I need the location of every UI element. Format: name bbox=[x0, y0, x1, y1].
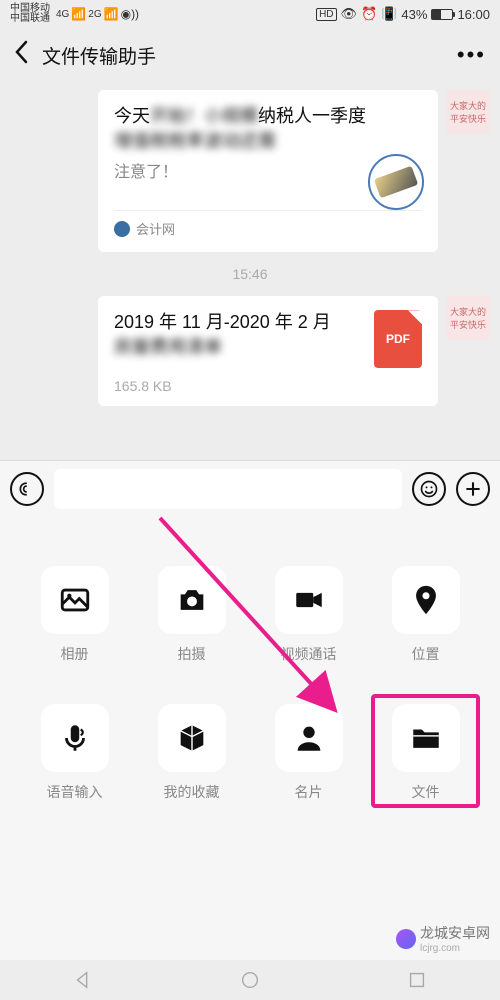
location-icon bbox=[392, 566, 460, 634]
panel-item-location[interactable]: 位置 bbox=[377, 566, 474, 664]
panel-item-contact[interactable]: 名片 bbox=[260, 704, 357, 802]
album-icon bbox=[41, 566, 109, 634]
cube-icon bbox=[158, 704, 226, 772]
panel-item-voice-input[interactable]: 语音输入 bbox=[26, 704, 123, 802]
android-navbar bbox=[0, 960, 500, 1000]
source-name: 会计网 bbox=[136, 219, 175, 238]
signal-icon-2: 📶 bbox=[104, 7, 119, 21]
vibrate-icon: 📳 bbox=[381, 6, 397, 22]
article-card[interactable]: 今天开始！小规模纳税人一季度 增值税税率波动还需 注意了！ 会计网 bbox=[98, 90, 438, 252]
voice-toggle-button[interactable] bbox=[10, 472, 44, 506]
person-icon bbox=[275, 704, 343, 772]
chat-title: 文件传输助手 bbox=[42, 42, 457, 69]
avatar[interactable]: 大家大的平安快乐 bbox=[446, 296, 490, 340]
attachment-panel: 相册 拍摄 视频通话 位置 语音输入 bbox=[0, 516, 500, 960]
battery-pct: 43% bbox=[401, 7, 427, 22]
status-bar: 中国移动 中国联通 4G 📶 2G 📶 ◉)) HD 👁 ⏰ 📳 43% 16:… bbox=[0, 0, 500, 28]
panel-label: 我的收藏 bbox=[164, 782, 220, 802]
nav-home-button[interactable] bbox=[239, 969, 261, 991]
file-size: 165.8 KB bbox=[114, 378, 422, 394]
status-left: 中国移动 中国联通 4G 📶 2G 📶 ◉)) bbox=[10, 4, 139, 24]
message-row: 今天开始！小规模纳税人一季度 增值税税率波动还需 注意了！ 会计网 大家大的平安… bbox=[10, 90, 490, 252]
watermark-url: lcjrg.com bbox=[420, 943, 490, 954]
source-badge-icon bbox=[114, 221, 130, 237]
video-icon bbox=[275, 566, 343, 634]
panel-item-video-call[interactable]: 视频通话 bbox=[260, 566, 357, 664]
hd-icon: HD bbox=[316, 8, 336, 21]
alarm-icon: ⏰ bbox=[361, 6, 377, 22]
battery-icon bbox=[431, 9, 453, 20]
panel-label: 位置 bbox=[412, 644, 440, 664]
panel-label: 相册 bbox=[61, 644, 89, 664]
wifi-icon: ◉)) bbox=[121, 7, 139, 21]
chat-header: 文件传输助手 ••• bbox=[0, 28, 500, 82]
pdf-icon: PDF bbox=[374, 310, 422, 368]
folder-icon bbox=[392, 704, 460, 772]
chat-area: 今天开始！小规模纳税人一季度 增值税税率波动还需 注意了！ 会计网 大家大的平安… bbox=[0, 82, 500, 406]
file-card[interactable]: 2019 年 11 月-2020 年 2 月 房屋费用清单 PDF 165.8 … bbox=[98, 296, 438, 406]
article-title: 今天开始！小规模纳税人一季度 增值税税率波动还需 bbox=[114, 104, 422, 154]
article-thumb bbox=[368, 154, 424, 210]
time-label: 15:46 bbox=[10, 266, 490, 282]
watermark: 龙城安卓网 lcjrg.com bbox=[396, 923, 490, 954]
watermark-text: 龙城安卓网 bbox=[420, 923, 490, 943]
file-name: 2019 年 11 月-2020 年 2 月 房屋费用清单 bbox=[114, 310, 364, 359]
message-row: 2019 年 11 月-2020 年 2 月 房屋费用清单 PDF 165.8 … bbox=[10, 296, 490, 406]
eye-icon: 👁 bbox=[341, 6, 358, 22]
attachment-button[interactable] bbox=[456, 472, 490, 506]
panel-label: 文件 bbox=[412, 782, 440, 802]
article-source: 会计网 bbox=[114, 210, 422, 238]
panel-item-camera[interactable]: 拍摄 bbox=[143, 566, 240, 664]
panel-item-favorites[interactable]: 我的收藏 bbox=[143, 704, 240, 802]
signal-2g: 2G bbox=[88, 9, 101, 20]
watermark-logo-icon bbox=[396, 929, 416, 949]
nav-recent-button[interactable] bbox=[406, 969, 428, 991]
more-button[interactable]: ••• bbox=[457, 42, 486, 68]
camera-icon bbox=[158, 566, 226, 634]
status-right: HD 👁 ⏰ 📳 43% 16:00 bbox=[316, 6, 490, 22]
avatar[interactable]: 大家大的平安快乐 bbox=[446, 90, 490, 134]
panel-label: 视频通话 bbox=[281, 644, 337, 664]
signal-4g: 4G bbox=[56, 9, 69, 20]
nav-back-button[interactable] bbox=[72, 969, 94, 991]
carrier-2: 中国联通 bbox=[10, 14, 50, 24]
panel-item-file[interactable]: 文件 bbox=[377, 704, 474, 802]
message-input[interactable] bbox=[54, 469, 402, 509]
panel-item-album[interactable]: 相册 bbox=[26, 566, 123, 664]
clock: 16:00 bbox=[457, 7, 490, 22]
panel-label: 语音输入 bbox=[47, 782, 103, 802]
input-bar bbox=[0, 460, 500, 516]
microphone-icon bbox=[41, 704, 109, 772]
panel-label: 拍摄 bbox=[178, 644, 206, 664]
panel-label: 名片 bbox=[295, 782, 323, 802]
back-button[interactable] bbox=[14, 40, 28, 71]
signal-icon: 📶 bbox=[71, 7, 86, 21]
emoji-button[interactable] bbox=[412, 472, 446, 506]
